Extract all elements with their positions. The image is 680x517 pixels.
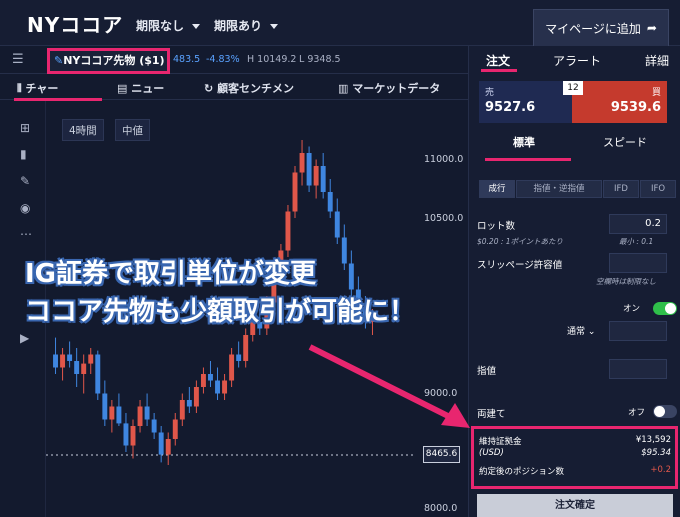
overlay-headline-2: ココア先物も少額取引が可能に！	[24, 296, 416, 328]
overlay-headline-1: IG証券で取引単位が変更	[24, 258, 317, 290]
arrow-shaft	[308, 344, 454, 421]
app-window: NYココア 期限なし 期限あり マイページに追加 ➦ ☰ ✎NYココア先物 ($1…	[0, 0, 680, 517]
